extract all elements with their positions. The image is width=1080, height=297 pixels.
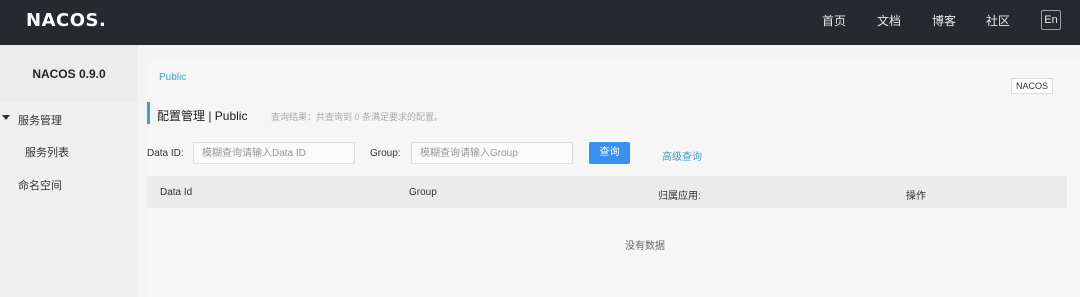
data-id-label: Data ID: bbox=[147, 148, 184, 159]
namespace-breadcrumb[interactable]: Public bbox=[159, 72, 186, 83]
nav-blog[interactable]: 博客 bbox=[932, 12, 956, 29]
query-result-summary: 查询结果：共查询到 0 条满足要求的配置。 bbox=[271, 112, 444, 122]
column-header-data-id: Data Id bbox=[160, 187, 193, 198]
nav-docs[interactable]: 文档 bbox=[877, 12, 901, 29]
title-accent-bar bbox=[147, 102, 150, 124]
advanced-search-link[interactable]: 高级查询 bbox=[662, 148, 702, 163]
nav-home[interactable]: 首页 bbox=[822, 12, 846, 29]
nav-community[interactable]: 社区 bbox=[986, 12, 1010, 29]
sidebar-item-service-management[interactable]: 服务管理 bbox=[18, 112, 62, 128]
sidebar-header: NACOS 0.9.0 bbox=[0, 45, 138, 102]
language-switch-button[interactable]: En bbox=[1041, 10, 1061, 30]
sidebar-item-namespace[interactable]: 命名空间 bbox=[18, 177, 62, 193]
chevron-down-icon[interactable] bbox=[2, 115, 10, 120]
group-label: Group: bbox=[370, 148, 401, 159]
column-header-actions: 操作 bbox=[906, 191, 926, 202]
table-header bbox=[147, 176, 1067, 208]
sidebar-title: NACOS 0.9.0 bbox=[32, 67, 106, 81]
nacos-logo[interactable]: NACOS. bbox=[26, 10, 106, 31]
sidebar: NACOS 0.9.0 bbox=[0, 45, 138, 297]
page-title: 配置管理 | Public bbox=[157, 109, 248, 123]
sidebar-item-service-list[interactable]: 服务列表 bbox=[25, 144, 69, 160]
namespace-badge: NACOS bbox=[1011, 78, 1053, 94]
column-header-app: 归属应用: bbox=[658, 191, 701, 202]
empty-state-text: 没有数据 bbox=[625, 241, 665, 252]
top-navbar: NACOS. 首页 文档 博客 社区 En bbox=[0, 0, 1080, 45]
data-id-input[interactable] bbox=[193, 142, 355, 164]
search-button[interactable]: 查询 bbox=[589, 142, 630, 164]
column-header-group: Group bbox=[409, 187, 437, 198]
group-input[interactable] bbox=[411, 142, 573, 164]
